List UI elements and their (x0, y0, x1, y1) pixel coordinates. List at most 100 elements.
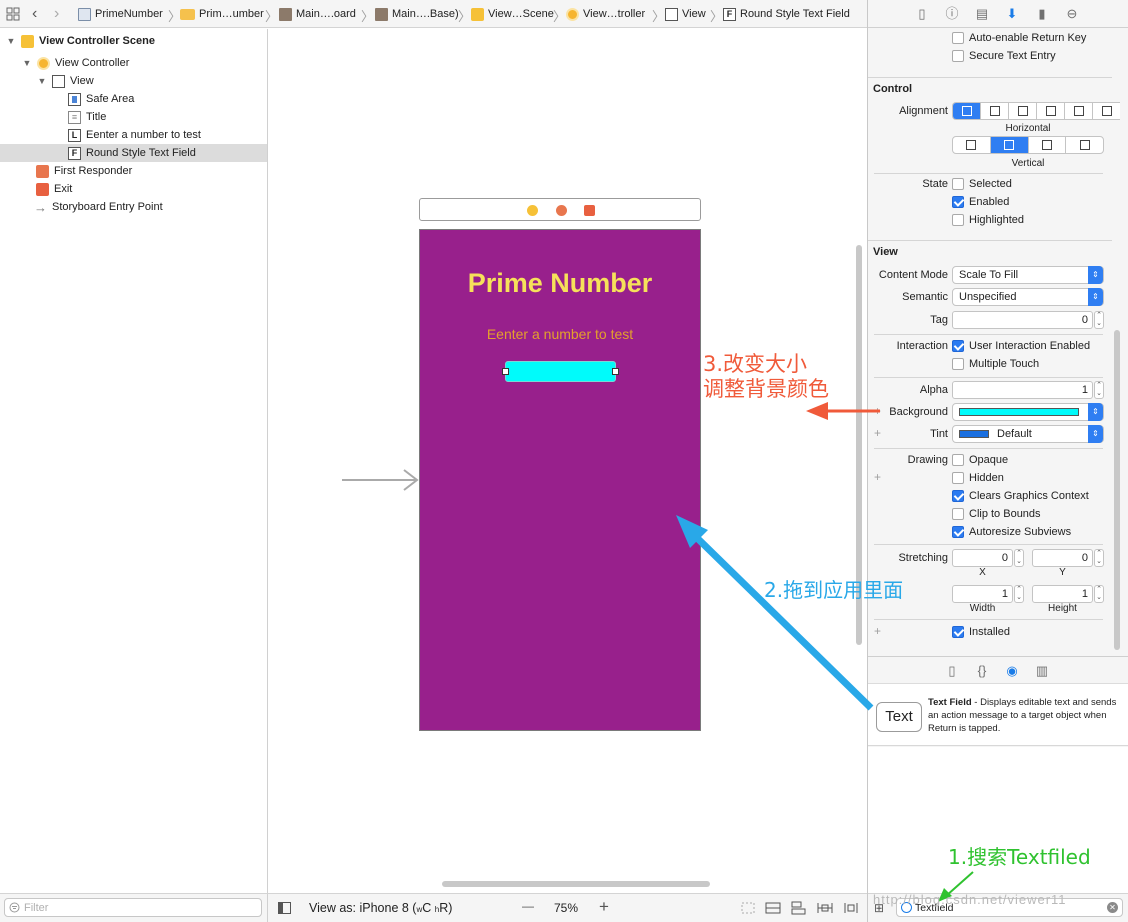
add-variation-icon[interactable]: + (874, 624, 881, 638)
content-mode-popup[interactable]: Scale To Fill ⇕ (952, 266, 1104, 284)
app-title-label[interactable]: Prime Number (420, 268, 700, 299)
tree-item-entry-point[interactable]: → Storyboard Entry Point (34, 198, 163, 216)
align-top-segment[interactable] (953, 137, 991, 153)
disclosure-triangle-icon[interactable]: ▼ (37, 76, 47, 86)
update-frames-icon[interactable] (740, 901, 756, 915)
clear-search-icon[interactable]: ✕ (1107, 902, 1118, 913)
align-leading-segment[interactable] (1065, 103, 1093, 119)
tag-field[interactable]: 0 (952, 311, 1093, 329)
autoresize-subviews-checkbox[interactable]: Autoresize Subviews (952, 526, 1071, 538)
breadcrumb-view[interactable]: View (665, 0, 706, 28)
size-inspector-icon[interactable]: ▮ (1034, 6, 1050, 22)
align-left-segment[interactable] (953, 103, 981, 119)
filter-field[interactable] (4, 898, 262, 917)
clip-to-bounds-checkbox[interactable]: Clip to Bounds (952, 508, 1041, 520)
clears-graphics-context-checkbox[interactable]: Clears Graphics Context (952, 490, 1089, 502)
checkbox[interactable] (952, 50, 964, 62)
tree-item-safe-area[interactable]: Safe Area (68, 90, 134, 108)
stretch-y-field[interactable]: 0 (1032, 549, 1093, 567)
secure-text-entry-checkbox[interactable]: Secure Text Entry (952, 50, 1056, 62)
tree-item-subtitle-label[interactable]: L Eenter a number to test (68, 126, 201, 144)
file-template-library-icon[interactable]: ▯ (944, 663, 960, 679)
checkbox[interactable] (952, 472, 964, 484)
checkbox[interactable] (952, 32, 964, 44)
breadcrumb-scene[interactable]: View…Scene (471, 0, 554, 28)
horizontal-alignment-control[interactable] (952, 102, 1120, 120)
multiple-touch-checkbox[interactable]: Multiple Touch (952, 358, 1039, 370)
alpha-stepper[interactable]: ⌃ ⌄ (1094, 381, 1104, 399)
tree-item-scene[interactable]: ▼ View Controller Scene (6, 32, 155, 50)
forward-arrow-icon[interactable]: › (54, 0, 59, 28)
storyboard-entry-arrow-icon[interactable] (342, 468, 422, 492)
align-center-segment[interactable] (981, 103, 1009, 119)
code-snippet-library-icon[interactable]: {} (974, 663, 990, 679)
checkbox[interactable] (952, 340, 964, 352)
breadcrumb-view-controller[interactable]: View…troller (566, 0, 645, 28)
back-arrow-icon[interactable]: ‹ (32, 0, 37, 28)
embed-in-stack-icon[interactable] (765, 901, 781, 915)
tree-item-view-controller[interactable]: ▼ View Controller (22, 54, 129, 72)
zoom-in-button[interactable]: + (599, 897, 609, 917)
add-constraints-icon[interactable] (817, 901, 833, 915)
quick-help-icon[interactable]: ⓘ (944, 6, 960, 22)
stretch-height-stepper[interactable]: ⌃ ⌄ (1094, 585, 1104, 603)
library-item-text-field[interactable]: Text Text Field - Displays editable text… (868, 684, 1128, 746)
tree-item-exit[interactable]: Exit (36, 180, 72, 198)
installed-checkbox[interactable]: Installed (952, 626, 1010, 638)
related-items-icon[interactable] (6, 0, 20, 28)
round-style-text-field[interactable] (502, 361, 619, 382)
disclosure-triangle-icon[interactable]: ▼ (22, 58, 32, 68)
filter-input[interactable] (24, 901, 244, 914)
vertical-alignment-control[interactable] (952, 136, 1104, 154)
align-icon[interactable] (791, 901, 807, 915)
state-enabled-checkbox[interactable]: Enabled (952, 196, 1009, 208)
align-fill-vertical-segment[interactable] (1066, 137, 1103, 153)
connections-inspector-icon[interactable]: ⊖ (1064, 6, 1080, 22)
background-color-popup[interactable]: ⇕ (952, 403, 1104, 421)
user-interaction-enabled-checkbox[interactable]: User Interaction Enabled (952, 340, 1090, 352)
align-trailing-segment[interactable] (1093, 103, 1120, 119)
breadcrumb-storyboard[interactable]: Main….oard (279, 0, 356, 28)
semantic-popup[interactable]: Unspecified ⇕ (952, 288, 1104, 306)
stretch-x-field[interactable]: 0 (952, 549, 1013, 567)
breadcrumb-text-field[interactable]: F Round Style Text Field (723, 0, 850, 28)
tree-item-first-responder[interactable]: First Responder (36, 162, 132, 180)
opaque-checkbox[interactable]: Opaque (952, 454, 1008, 466)
scene-dock[interactable] (419, 198, 701, 221)
resize-handle[interactable] (612, 368, 619, 375)
identity-inspector-icon[interactable]: ▤ (974, 6, 990, 22)
tree-item-title[interactable]: ≡ Title (68, 108, 106, 126)
view-controller-icon[interactable] (527, 205, 538, 216)
attributes-inspector-icon[interactable]: ⬇ (1004, 6, 1020, 22)
inspector-scrollbar[interactable] (1114, 330, 1120, 650)
first-responder-icon[interactable] (556, 205, 567, 216)
breadcrumb-folder[interactable]: Prim…umber (180, 0, 264, 28)
breadcrumb-storyboard-base[interactable]: Main….Base) (375, 0, 459, 28)
breadcrumb-project[interactable]: PrimeNumber (78, 0, 163, 28)
state-selected-checkbox[interactable]: Selected (952, 178, 1012, 190)
checkbox[interactable] (952, 214, 964, 226)
auto-enable-return-key-checkbox[interactable]: Auto-enable Return Key (952, 32, 1086, 44)
align-middle-segment[interactable] (990, 137, 1029, 153)
align-right-segment[interactable] (1009, 103, 1037, 119)
stretch-y-stepper[interactable]: ⌃ ⌄ (1094, 549, 1104, 567)
resize-handle[interactable] (502, 368, 509, 375)
align-bottom-segment[interactable] (1029, 137, 1067, 153)
checkbox[interactable] (952, 196, 964, 208)
toggle-outline-icon[interactable] (278, 902, 291, 914)
checkbox[interactable] (952, 178, 964, 190)
checkbox[interactable] (952, 626, 964, 638)
checkbox[interactable] (952, 526, 964, 538)
stretch-x-stepper[interactable]: ⌃ ⌄ (1014, 549, 1024, 567)
add-variation-icon[interactable]: + (874, 470, 881, 484)
tint-color-popup[interactable]: Default ⇕ (952, 425, 1104, 443)
checkbox[interactable] (952, 454, 964, 466)
hidden-checkbox[interactable]: Hidden (952, 472, 1004, 484)
media-library-icon[interactable]: ▥ (1034, 663, 1050, 679)
checkbox[interactable] (952, 490, 964, 502)
canvas-horizontal-scrollbar[interactable] (442, 881, 710, 887)
disclosure-triangle-icon[interactable]: ▼ (6, 36, 16, 46)
alpha-field[interactable]: 1 (952, 381, 1093, 399)
align-fill-segment[interactable] (1037, 103, 1065, 119)
file-inspector-icon[interactable]: ▯ (914, 6, 930, 22)
